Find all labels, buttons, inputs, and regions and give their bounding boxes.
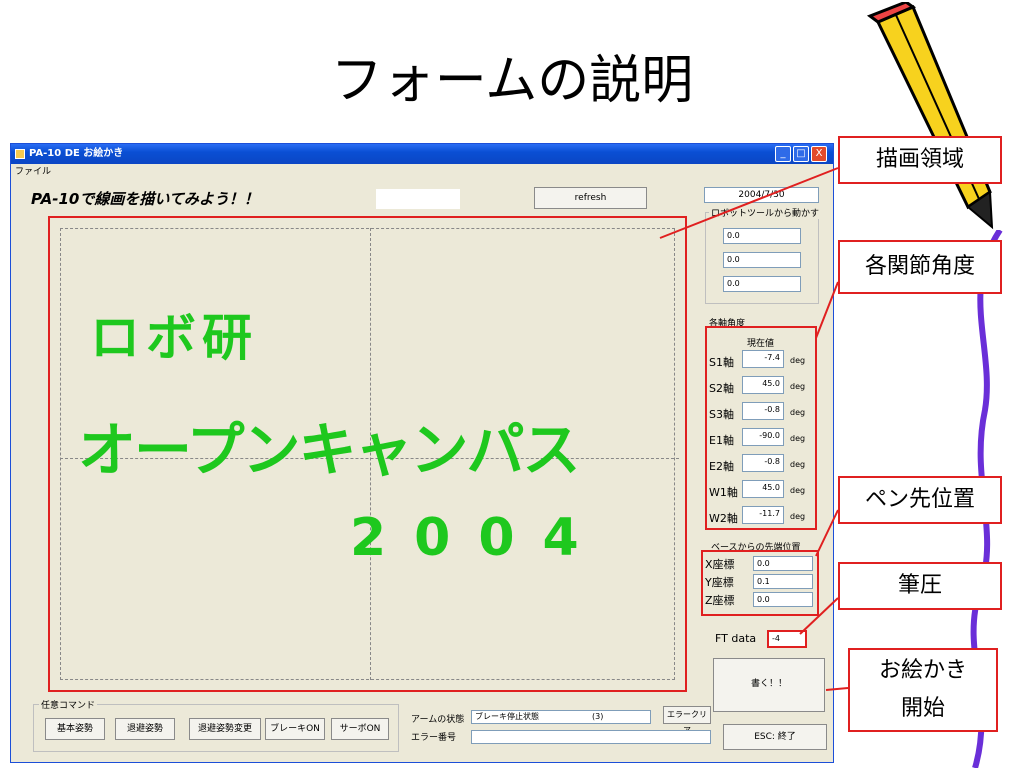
refresh-button[interactable]: refresh [534,187,647,209]
joint-value: -11.7 [742,506,784,524]
arm-status-field: ブレーキ停止状態 (3) [471,710,651,724]
callout-joint-angles: 各関節角度 [838,240,1002,294]
pencil-icon [866,2,994,230]
app-icon [15,149,25,159]
error-number-label: エラー番号 [411,733,457,743]
joint-unit: deg [790,460,806,469]
position-label: Y座標 [705,576,734,589]
brake-on-button[interactable]: ブレーキON [265,718,325,740]
joint-label: S3軸 [709,408,734,421]
joints-current-label: 現在値 [747,339,775,349]
tool-input-1[interactable]: 0.0 [723,228,801,244]
joint-unit: deg [790,356,806,365]
minimize-button[interactable]: _ [775,146,791,162]
maximize-button[interactable]: □ [793,146,809,162]
joint-label: W2軸 [709,512,738,525]
arm-status-code: (3) [592,712,604,721]
servo-on-button[interactable]: サーボON [331,718,389,740]
joint-value: -7.4 [742,350,784,368]
error-clear-button[interactable]: エラークリア [663,706,711,735]
callout-start-drawing: お絵かき 開始 [848,648,998,732]
callout-pen-position: ペン先位置 [838,476,1002,524]
joint-label: S1軸 [709,356,734,369]
commands-group-label: 任意コマンド [39,698,98,711]
tool-input-3[interactable]: 0.0 [723,276,801,292]
ft-value: -4 [767,630,807,648]
drawing-text-line3: 2004 [350,508,607,568]
app-heading: PA-10で線画を描いてみよう！！ [31,190,259,208]
position-value: 0.0 [753,556,813,571]
joint-value: 45.0 [742,376,784,394]
menu-file[interactable]: ファイル [15,167,51,177]
tool-input-2[interactable]: 0.0 [723,252,801,268]
joint-value: -90.0 [742,428,784,446]
joint-unit: deg [790,408,806,417]
arm-status-value: ブレーキ停止状態 [475,712,539,721]
joint-value: -0.8 [742,402,784,420]
arm-status-label: アームの状態 [411,715,465,725]
callout-pen-pressure: 筆圧 [838,562,1002,610]
date-field: 2004/7/30 [704,187,819,203]
joint-label: E2軸 [709,460,734,473]
joint-unit: deg [790,486,806,495]
joint-unit: deg [790,434,806,443]
title-bar[interactable]: PA-10 DE お絵かき [11,144,833,164]
joint-value: -0.8 [742,454,784,472]
position-label: Z座標 [705,594,735,607]
position-value: 0.0 [753,592,813,607]
heading-input[interactable] [376,189,460,209]
escape-pose-change-button[interactable]: 退避姿勢変更 [189,718,261,740]
error-number-field [471,730,711,744]
joint-unit: deg [790,512,806,521]
joint-unit: deg [790,382,806,391]
tool-group-label: ロボットツールから動かす [709,206,822,219]
home-pose-button[interactable]: 基本姿勢 [45,718,105,740]
esc-exit-button[interactable]: ESC: 終了 [723,724,827,750]
drawing-text-line1: ロボ研 [90,309,258,367]
drawing-text-line2: オープンキャンパス [78,416,581,484]
joint-label: E1軸 [709,434,734,447]
joint-value: 45.0 [742,480,784,498]
drawing-canvas[interactable]: ロボ研 オープンキャンパス 2004 [48,216,687,692]
close-button[interactable]: X [811,146,827,162]
position-value: 0.1 [753,574,813,589]
joint-label: S2軸 [709,382,734,395]
menu-bar: ファイル [11,164,833,180]
draw-button[interactable]: 書く！！ [713,658,825,712]
position-label: X座標 [705,558,735,571]
joint-label: W1軸 [709,486,738,499]
window-title: PA-10 DE お絵かき [29,148,124,159]
escape-pose-button[interactable]: 退避姿勢 [115,718,175,740]
ft-label: FT data [715,632,757,645]
callout-draw-area: 描画領域 [838,136,1002,184]
app-window: PA-10 DE お絵かき _ □ X ファイル PA-10で線画を描いてみよう… [10,143,834,763]
